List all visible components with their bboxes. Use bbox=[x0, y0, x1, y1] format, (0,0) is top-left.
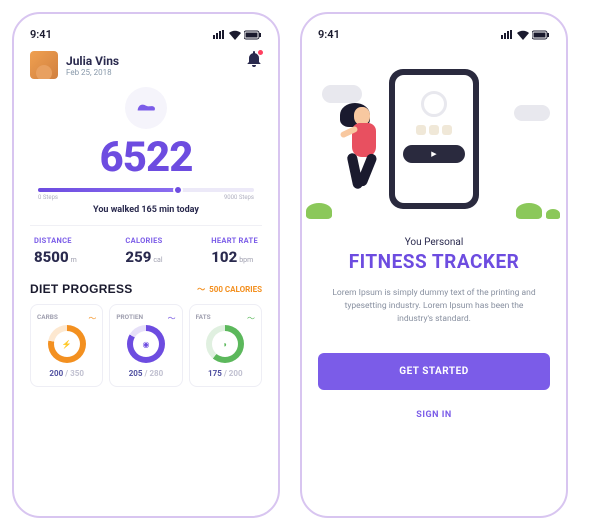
play-icon: ▶ bbox=[403, 145, 465, 163]
trend-down-icon: 〜 bbox=[247, 313, 255, 324]
header: Julia Vins Feb 25, 2018 bbox=[30, 51, 262, 79]
stats-row: DISTANCE 8500m CALORIES 259cal HEART RAT… bbox=[30, 225, 262, 276]
diet-cards: CARBS 〜 ⚡ 200/350 PROTIEN 〜 ◉ 205/280 FA… bbox=[30, 304, 262, 387]
bush-icon bbox=[546, 209, 560, 219]
trend-up-icon: 〜 bbox=[88, 313, 96, 324]
bolt-icon: ⚡ bbox=[54, 331, 80, 357]
step-progress[interactable] bbox=[38, 188, 254, 192]
shoe-icon bbox=[136, 101, 156, 115]
notifications-button[interactable] bbox=[246, 51, 262, 71]
hero-illustration: ▶ bbox=[314, 59, 554, 219]
trend-icon: 〜 bbox=[197, 285, 205, 294]
diet-calories: 〜500 CALORIES bbox=[197, 284, 262, 295]
status-icons bbox=[500, 30, 550, 40]
step-icon-circle bbox=[125, 87, 167, 129]
compass-icon: ◉ bbox=[133, 331, 159, 357]
cloud-icon bbox=[514, 105, 550, 121]
status-icons bbox=[212, 30, 262, 40]
progress-labels: 0 Steps 9000 Steps bbox=[38, 194, 254, 201]
avatar bbox=[30, 51, 58, 79]
diet-title: DIET PROGRESS bbox=[30, 282, 133, 296]
diet-card-carbs[interactable]: CARBS 〜 ⚡ 200/350 bbox=[30, 304, 103, 387]
stat-label: HEART RATE bbox=[211, 236, 258, 245]
step-count: 6522 bbox=[30, 133, 262, 182]
stat-label: CALORIES bbox=[125, 236, 162, 245]
phone-mockup: ▶ bbox=[389, 69, 479, 209]
status-bar: 9:41 bbox=[30, 28, 262, 41]
bush-icon bbox=[306, 203, 332, 219]
stat-label: DISTANCE bbox=[34, 236, 77, 245]
onboard-description: Lorem Ipsum is simply dummy text of the … bbox=[328, 287, 540, 325]
onboard-subtitle: You Personal bbox=[318, 237, 550, 248]
walk-message: You walked 165 min today bbox=[30, 205, 262, 215]
onboarding-screen: 9:41 ▶ You Personal FITNESS TRACKER Lore… bbox=[300, 12, 568, 518]
dashboard-screen: 9:41 Julia Vins Feb 25, 2018 6522 0 Step… bbox=[12, 12, 280, 518]
bush-icon bbox=[516, 203, 542, 219]
diet-card-fats[interactable]: FATS 〜 ◗ 175/200 bbox=[189, 304, 262, 387]
stat-heart[interactable]: HEART RATE 102bpm bbox=[211, 236, 258, 266]
onboard-title: FITNESS TRACKER bbox=[318, 250, 550, 273]
get-started-button[interactable]: GET STARTED bbox=[318, 353, 550, 390]
status-time: 9:41 bbox=[30, 28, 52, 41]
user-name: Julia Vins bbox=[66, 54, 119, 68]
user-date: Feb 25, 2018 bbox=[66, 68, 119, 77]
stat-calories[interactable]: CALORIES 259cal bbox=[125, 236, 162, 266]
notification-dot bbox=[257, 49, 264, 56]
progress-max: 9000 Steps bbox=[224, 194, 254, 201]
sign-in-button[interactable]: SIGN IN bbox=[318, 400, 550, 430]
diet-card-protein[interactable]: PROTIEN 〜 ◉ 205/280 bbox=[109, 304, 182, 387]
trend-up-icon: 〜 bbox=[168, 313, 176, 324]
progress-min: 0 Steps bbox=[38, 194, 58, 201]
stat-distance[interactable]: DISTANCE 8500m bbox=[34, 236, 77, 266]
status-time: 9:41 bbox=[318, 28, 340, 41]
runner-illustration bbox=[332, 99, 394, 219]
user-block[interactable]: Julia Vins Feb 25, 2018 bbox=[30, 51, 119, 79]
status-bar: 9:41 bbox=[318, 28, 550, 41]
moon-icon: ◗ bbox=[212, 331, 238, 357]
diet-header: DIET PROGRESS 〜500 CALORIES bbox=[30, 282, 262, 296]
